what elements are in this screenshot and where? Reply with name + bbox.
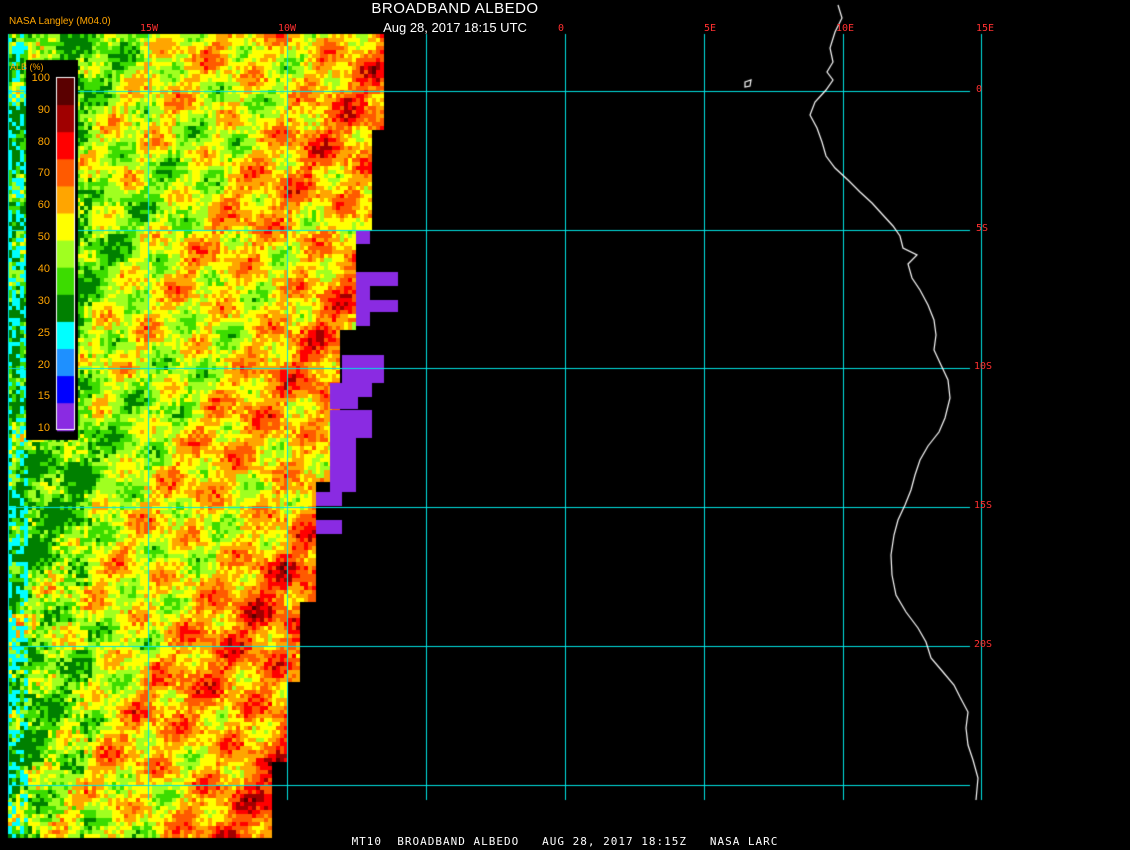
footer-caption: MT10 BROADBAND ALBEDO AUG 28, 2017 18:15… — [351, 835, 779, 848]
colorbar-tick: 100 — [31, 72, 50, 84]
colorbar-title: ALB (%) — [10, 62, 44, 72]
colorbar-tick: 20 — [37, 359, 50, 371]
map-title: BROADBAND ALBEDO — [371, 0, 539, 17]
colorbar-tick: 10 — [37, 422, 50, 434]
lat-label-20s: 20S — [974, 639, 993, 650]
lat-label-15s: 15S — [974, 500, 993, 511]
colorbar-tick: 40 — [37, 263, 50, 275]
lon-label-15w: 15W — [140, 23, 159, 34]
lat-label-10s: 10S — [974, 361, 993, 372]
colorbar-tick: 50 — [37, 231, 50, 243]
colorbar-tick: 80 — [37, 136, 50, 148]
lat-label-0: 0 — [976, 84, 983, 95]
lon-label-10e: 10E — [836, 23, 855, 34]
lat-label-5s: 5S — [976, 223, 989, 234]
map-timestamp: Aug 28, 2017 18:15 UTC — [383, 20, 527, 35]
colorbar-tick: 25 — [37, 327, 50, 339]
lon-label-15e: 15E — [976, 23, 995, 34]
lon-label-10w: 10W — [278, 23, 297, 34]
lon-label-5e: 5E — [704, 23, 717, 34]
colorbar-tick: 30 — [37, 295, 50, 307]
colorbar-tick: 90 — [37, 104, 50, 116]
credit-label: NASA Langley (M04.0) — [9, 16, 111, 27]
colorbar-tick: 15 — [37, 390, 50, 402]
colorbar-tick: 70 — [37, 167, 50, 179]
colorbar-tick: 60 — [37, 199, 50, 211]
albedo-map — [0, 0, 1130, 850]
lon-label-0: 0 — [558, 23, 565, 34]
